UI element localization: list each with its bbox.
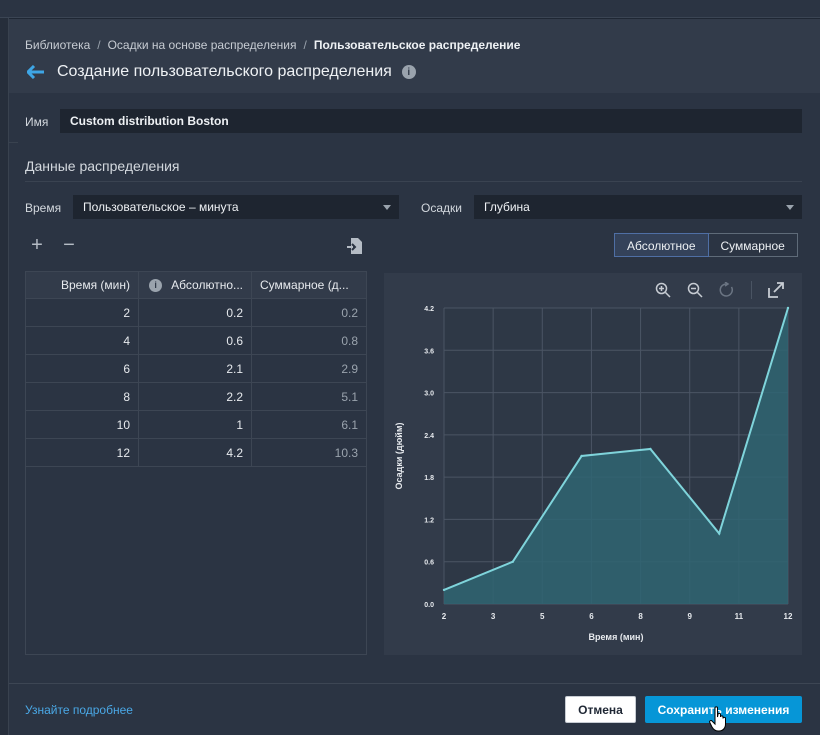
data-point (718, 532, 721, 535)
cell-time[interactable]: 10 (26, 411, 139, 438)
x-tick-label: 9 (687, 612, 692, 621)
data-point (649, 447, 652, 451)
toggle-cumulative[interactable]: Суммарное (708, 233, 798, 257)
y-tick-label: 1.8 (424, 475, 434, 482)
y-tick-label: 1.2 (424, 517, 434, 524)
distribution-table: Время (мин) i Абсолютно... Суммарное (д.… (25, 271, 367, 655)
chart-panel: 2 3 5 6 8 9 11 12 0.0 0.6 1.2 1.8 2.4 3.0 3.6 4.2 Время … (384, 273, 802, 655)
cell-cumulative: 6.1 (341, 417, 358, 432)
y-tick-label: 2.4 (424, 433, 434, 440)
y-tick-label: 3.6 (424, 348, 434, 355)
table-header: Время (мин) i Абсолютно... Суммарное (д.… (26, 272, 366, 299)
data-point (580, 454, 583, 458)
cell-absolute[interactable]: 0.6 (139, 327, 252, 354)
table-row: 4 0.6 0.8 (26, 327, 366, 355)
cell-time[interactable]: 2 (26, 299, 139, 326)
x-tick-label: 11 (735, 612, 744, 621)
time-select-value: Пользовательское – минута (83, 200, 239, 214)
time-select[interactable]: Пользовательское – минута (73, 195, 399, 219)
y-tick-label: 0.6 (424, 560, 434, 567)
remove-row-icon[interactable]: − (61, 235, 77, 255)
x-tick-label: 8 (638, 612, 643, 621)
breadcrumb-separator: / (97, 38, 101, 52)
cell-absolute[interactable]: 2.2 (139, 383, 252, 410)
column-header-time[interactable]: Время (мин) (26, 272, 139, 298)
cell-cumulative: 5.1 (341, 389, 358, 404)
info-icon[interactable]: i (401, 65, 416, 79)
column-header-absolute[interactable]: i Абсолютно... (139, 272, 252, 298)
time-label: Время (25, 201, 62, 215)
cell-time[interactable]: 6 (26, 355, 139, 382)
data-point (786, 306, 790, 310)
y-axis-label: Осадки (дюйм) (394, 423, 404, 490)
breadcrumb: Библиотека / Осадки на основе распределени… (25, 38, 520, 52)
cell-cumulative: 0.2 (341, 305, 358, 320)
column-header-absolute-label: Абсолютно... (171, 278, 243, 292)
cell-absolute[interactable]: 1 (139, 411, 252, 438)
table-row: 6 2.1 2.9 (26, 355, 366, 383)
back-arrow-icon[interactable] (27, 62, 47, 82)
toggle-absolute[interactable]: Абсолютное (614, 233, 709, 257)
main-panel: Имя Custom distribution Boston Данные ра… (9, 93, 820, 683)
x-tick-label: 12 (784, 612, 793, 621)
cell-absolute[interactable]: 2.1 (139, 355, 252, 382)
value-mode-toggle: Абсолютное Суммарное (614, 233, 798, 257)
learn-more-link[interactable]: Узнайте подробнее (25, 703, 133, 717)
table-row: 12 4.2 10.3 (26, 439, 366, 467)
section-title: Данные распределения (25, 158, 180, 174)
name-input[interactable]: Custom distribution Boston (60, 109, 802, 133)
cell-cumulative: 10.3 (334, 445, 358, 460)
precip-select-value: Глубина (484, 200, 530, 214)
left-strip (0, 18, 9, 735)
footer: Узнайте подробнее Отмена Сохранить измен… (9, 684, 820, 735)
x-tick-label: 5 (540, 612, 545, 621)
breadcrumb-separator: / (303, 38, 307, 52)
breadcrumb-item-library[interactable]: Библиотека (25, 38, 90, 52)
cell-time[interactable]: 12 (26, 439, 139, 466)
hand-cursor-icon (709, 706, 726, 732)
precip-select[interactable]: Глубина (474, 195, 802, 219)
divider (9, 142, 18, 143)
data-point (511, 560, 514, 563)
name-label: Имя (25, 115, 49, 129)
y-tick-label: 3.0 (424, 391, 434, 398)
precip-label: Осадки (421, 201, 462, 215)
x-axis-label: Время (мин) (589, 632, 644, 642)
cell-time[interactable]: 8 (26, 383, 139, 410)
cell-absolute[interactable]: 4.2 (139, 439, 252, 466)
table-row: 10 1 6.1 (26, 411, 366, 439)
cell-absolute[interactable]: 0.2 (139, 299, 252, 326)
top-strip (0, 0, 820, 18)
x-tick-label: 3 (491, 612, 496, 621)
cell-cumulative: 2.9 (341, 361, 358, 376)
y-tick-label: 4.2 (424, 306, 434, 313)
breadcrumb-current: Пользовательское распределение (313, 38, 521, 52)
breadcrumb-item-distribution[interactable]: Осадки на основе распределения (108, 38, 297, 52)
page-header: Библиотека / Осадки на основе распределени… (9, 19, 820, 93)
x-tick-label: 6 (589, 612, 594, 621)
data-point (442, 588, 446, 592)
title-row: Создание пользовательского распределения… (27, 62, 416, 82)
table-row: 8 2.2 5.1 (26, 383, 366, 411)
cell-cumulative: 0.8 (341, 333, 358, 348)
cell-time[interactable]: 4 (26, 327, 139, 354)
column-header-cumulative[interactable]: Суммарное (д... (252, 272, 366, 298)
section-divider (25, 181, 802, 182)
table-row: 2 0.2 0.2 (26, 299, 366, 327)
chevron-down-icon (383, 205, 391, 210)
distribution-chart: 2 3 5 6 8 9 11 12 0.0 0.6 1.2 1.8 2.4 3.0 3.6 4.2 Время … (394, 306, 793, 642)
info-icon[interactable]: i (149, 278, 163, 292)
x-tick-label: 2 (442, 612, 447, 621)
y-tick-label: 0.0 (424, 602, 434, 609)
cancel-button[interactable]: Отмена (565, 696, 636, 723)
chevron-down-icon (786, 205, 794, 210)
page-title: Создание пользовательского распределения (57, 63, 392, 80)
add-row-icon[interactable]: + (29, 235, 45, 255)
import-icon[interactable] (347, 237, 363, 254)
